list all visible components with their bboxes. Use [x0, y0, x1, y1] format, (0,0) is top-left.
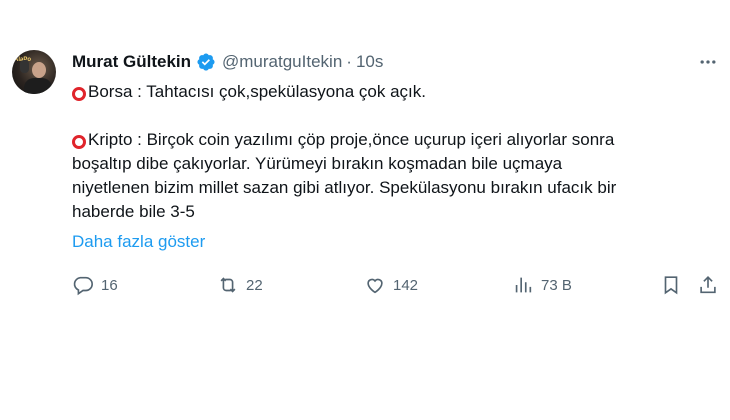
heart-icon — [367, 278, 383, 294]
tweet-header: Murat Gültekin @muratguItekin · 10s — [72, 52, 383, 72]
microphone-shape — [20, 60, 29, 73]
timestamp[interactable]: 10s — [356, 52, 383, 72]
views-button[interactable]: 73 B — [512, 272, 572, 298]
red-circle-emoji-icon — [72, 87, 86, 101]
reply-button[interactable]: 16 — [72, 272, 118, 298]
verified-badge-icon — [196, 52, 216, 72]
bookmark-button[interactable] — [660, 272, 682, 298]
tweet-line: boşaltıp dibe çakıyorlar. Yürümeyi bırak… — [72, 154, 563, 173]
user-handle[interactable]: @muratguItekin — [222, 52, 342, 72]
views-chart-icon — [515, 277, 532, 293]
retweet-icon — [220, 277, 236, 293]
like-button[interactable]: 142 — [364, 272, 418, 298]
bookmark-icon — [664, 276, 678, 295]
avatar[interactable]: AlaPo — [12, 50, 56, 94]
share-icon — [700, 276, 716, 294]
tweet-card[interactable]: AlaPo Murat Gültekin @muratguItekin · 10… — [0, 0, 730, 420]
avatar-shirt — [24, 78, 52, 94]
reply-count: 16 — [101, 276, 118, 294]
separator-dot: · — [346, 52, 352, 71]
red-circle-emoji-icon — [72, 135, 86, 149]
like-count: 142 — [393, 276, 419, 294]
avatar-face — [32, 62, 46, 78]
retweet-count: 22 — [246, 276, 263, 294]
more-options-icon[interactable] — [693, 52, 723, 72]
display-name[interactable]: Murat Gültekin — [72, 52, 191, 72]
retweet-button[interactable]: 22 — [217, 272, 263, 298]
share-button[interactable] — [697, 272, 719, 298]
tweet-line: niyetlenen bizim millet sazan gibi atlıy… — [72, 178, 617, 197]
tweet-line: haberde bile 3-5 — [72, 202, 195, 221]
action-bar: 16 22 142 73 B — [72, 272, 722, 298]
views-count: 73 B — [541, 276, 572, 294]
tweet-line: Kripto : Birçok coin yazılımı çöp proje,… — [72, 128, 712, 152]
reply-icon — [73, 276, 93, 296]
tweet-text: Borsa : Tahtacısı çok,spekülasyona çok a… — [72, 80, 712, 224]
tweet-line: Borsa : Tahtacısı çok,spekülasyona çok a… — [72, 80, 712, 104]
show-more-link[interactable]: Daha fazla göster — [72, 232, 205, 252]
